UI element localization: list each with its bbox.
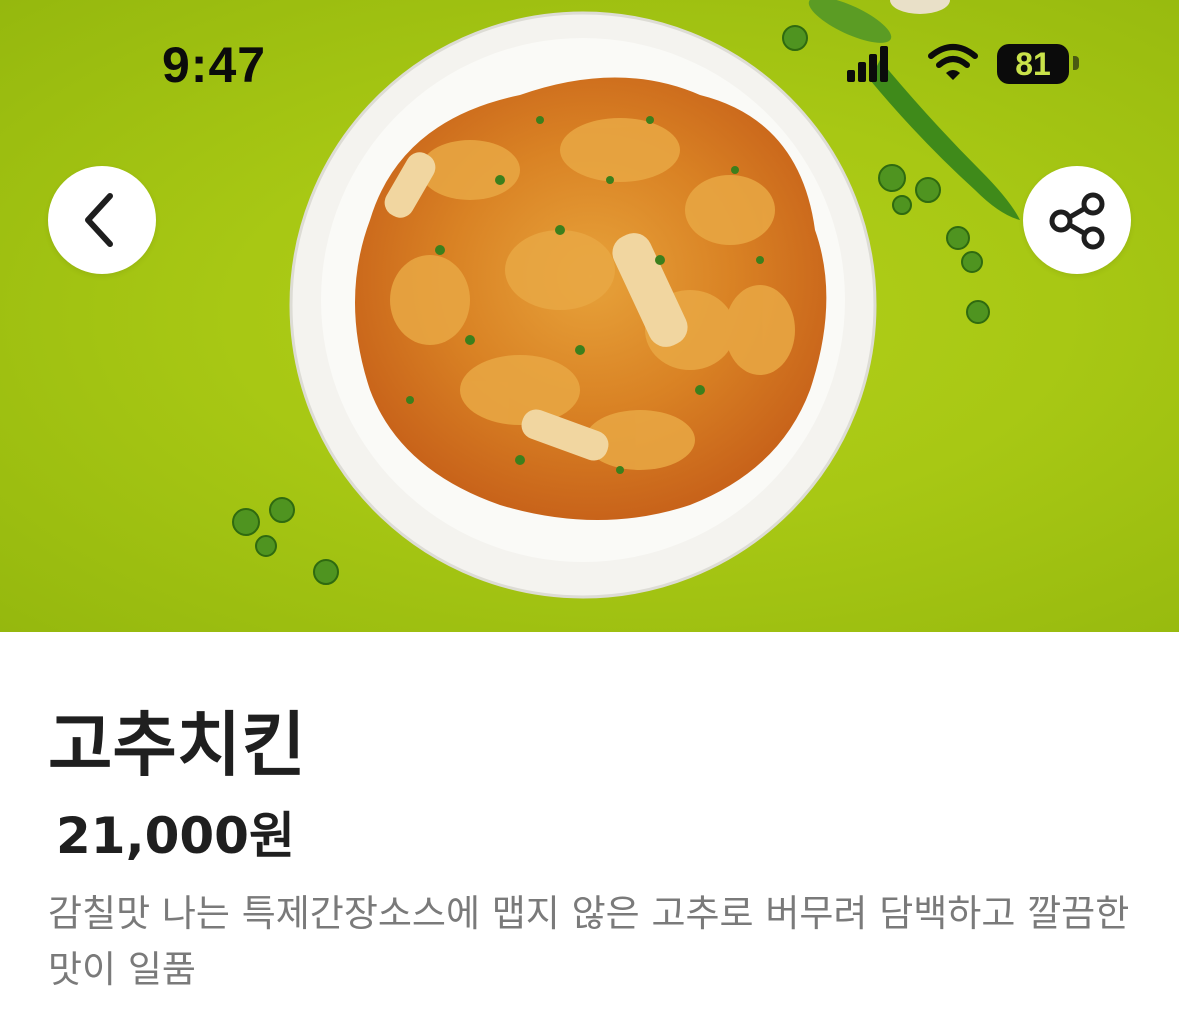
share-button[interactable]: [1023, 166, 1131, 274]
chicken-plate-image: [232, 0, 1020, 599]
cellular-signal-icon: [847, 46, 888, 82]
chevron-left-icon: [85, 193, 113, 247]
battery-tip: [1073, 56, 1079, 70]
product-description: 감칠맛 나는 특제간장소스에 맵지 않은 고추로 버무려 담백하고 깔끔한 맛이…: [48, 892, 1130, 991]
product-info: 고추치킨 21,000원 감칠맛 나는 특제간장소스에 맵지 않은 고추로 버무…: [0, 632, 1179, 1014]
status-bar-time: 9:47: [162, 37, 267, 93]
share-icon: [1049, 192, 1105, 250]
product-price: 21,000원: [56, 807, 295, 865]
hero-image: 9:47 81: [0, 0, 1179, 632]
product-title: 고추치킨: [48, 704, 306, 786]
back-button[interactable]: [48, 166, 156, 274]
battery-icon: 81: [997, 44, 1069, 84]
wifi-icon: [928, 44, 978, 80]
status-bar-icons: 81: [845, 42, 1085, 88]
